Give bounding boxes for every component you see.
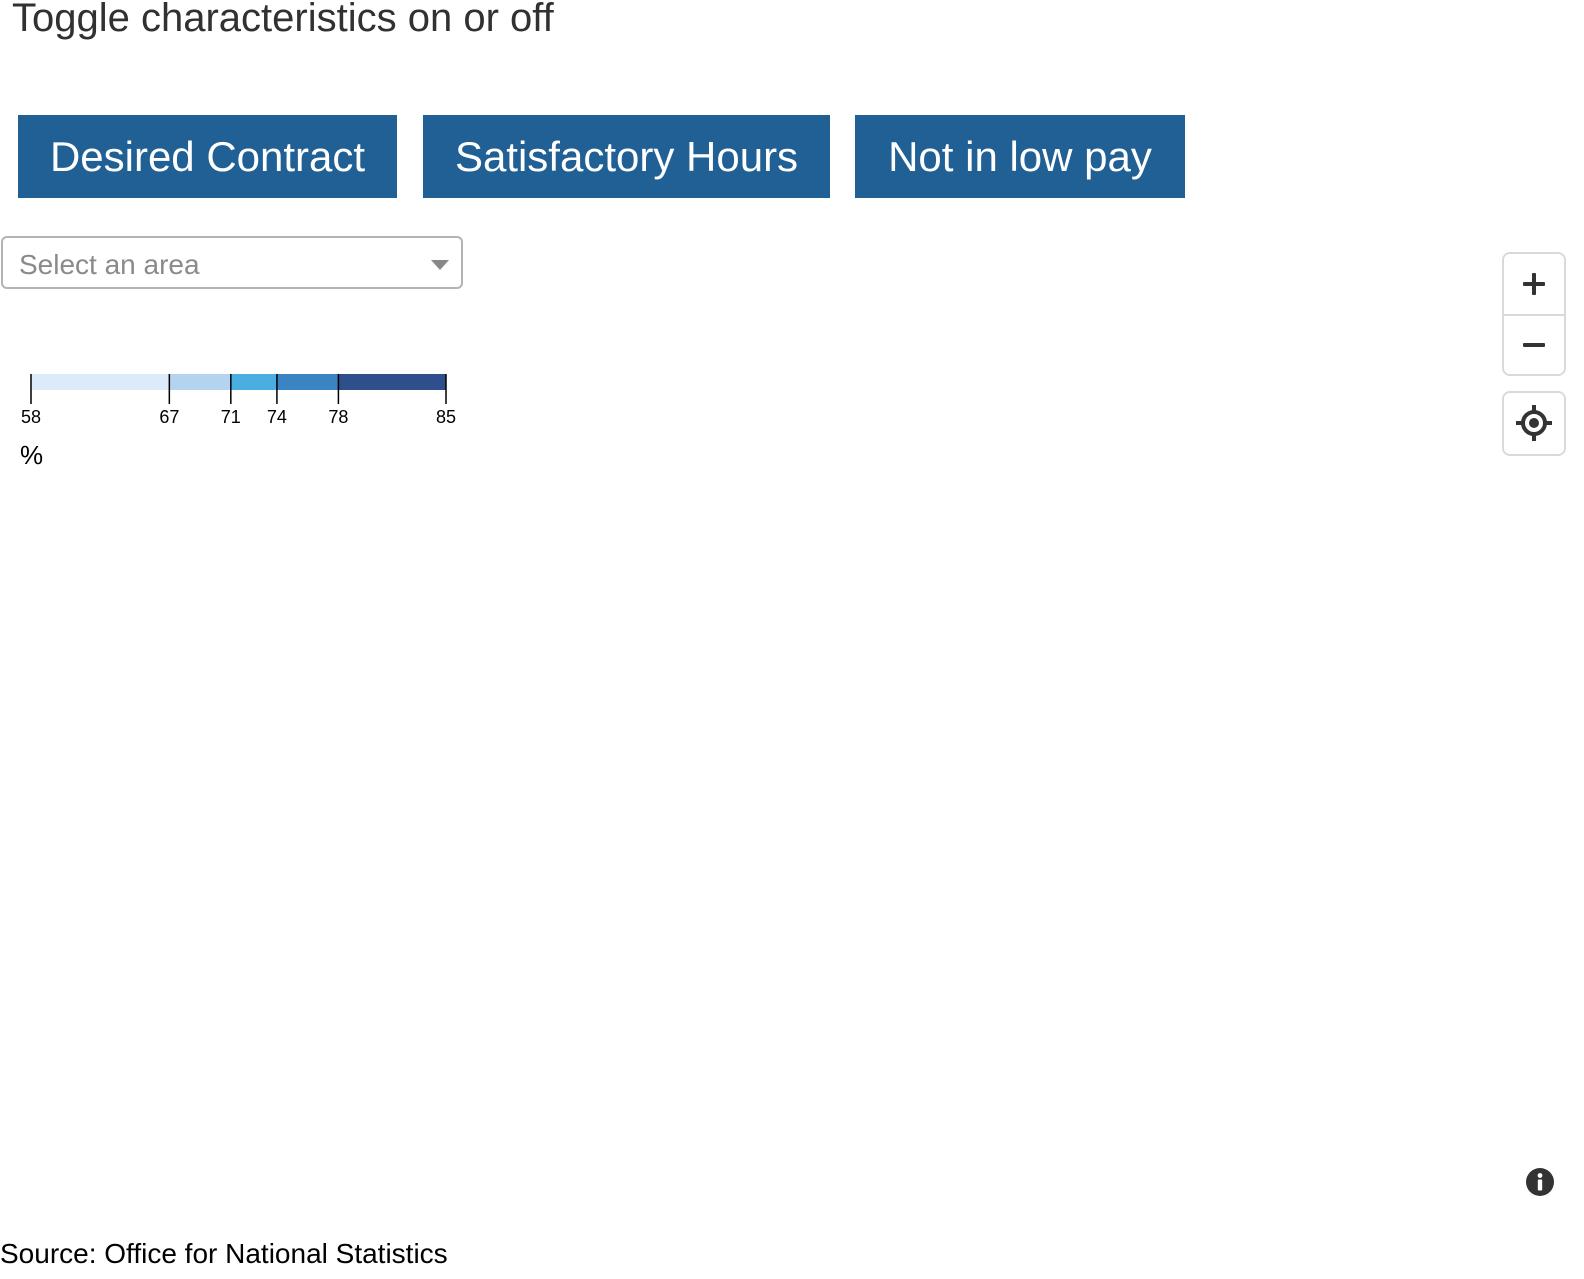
legend-swatch: [276, 374, 339, 390]
locate-me-button[interactable]: [1504, 393, 1564, 453]
info-icon[interactable]: [1525, 1167, 1555, 1197]
crosshair-icon: [1516, 405, 1552, 441]
zoom-in-button[interactable]: [1504, 254, 1564, 314]
toggle-not-in-low-pay-button[interactable]: Not in low pay: [855, 115, 1185, 198]
area-select-dropdown[interactable]: Select an area: [1, 236, 463, 289]
minus-icon: [1523, 343, 1545, 347]
legend-tick-label: 58: [21, 407, 41, 427]
legend-swatch: [31, 374, 170, 390]
zoom-controls: [1502, 252, 1566, 376]
legend-swatch: [230, 374, 277, 390]
plus-icon: [1523, 273, 1545, 295]
legend-tick-label: 67: [159, 407, 179, 427]
map-legend: 58 67 71 74 78 85 %: [0, 360, 480, 480]
chevron-down-icon: [431, 260, 449, 270]
legend-swatch: [169, 374, 231, 390]
legend-tick-label: 71: [221, 407, 241, 427]
zoom-out-button[interactable]: [1504, 314, 1564, 374]
legend-tick-label: 85: [436, 407, 456, 427]
toggle-satisfactory-hours-button[interactable]: Satisfactory Hours: [423, 115, 830, 198]
legend-swatch: [338, 374, 446, 390]
area-select-placeholder: Select an area: [19, 249, 200, 280]
legend-scale: 58 67 71 74 78 85: [21, 374, 456, 427]
legend-tick-label: 74: [267, 407, 287, 427]
legend-unit: %: [20, 440, 44, 470]
legend-tick-label: 78: [328, 407, 348, 427]
source-note: Source: Office for National Statistics: [0, 1238, 448, 1269]
toggle-desired-contract-button[interactable]: Desired Contract: [18, 115, 397, 198]
page-title: Toggle characteristics on or off: [12, 0, 554, 40]
locate-controls: [1502, 391, 1566, 456]
